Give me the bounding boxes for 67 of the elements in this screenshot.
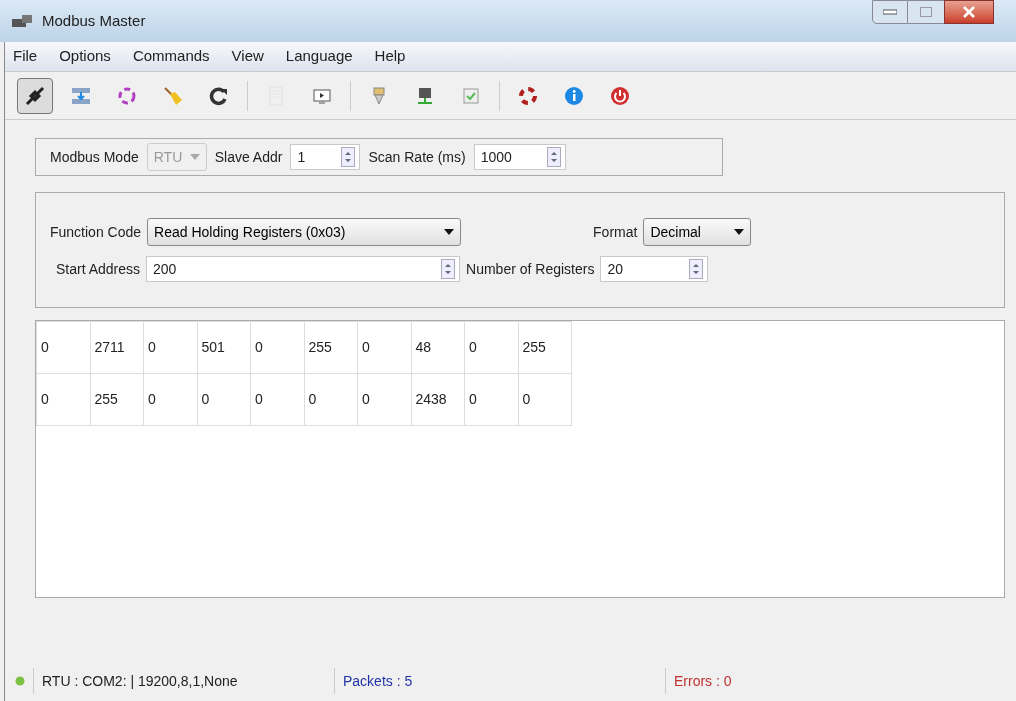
table-cell: 0 (357, 373, 411, 426)
table-cell: 255 (304, 321, 358, 374)
maximize-button[interactable] (908, 0, 944, 24)
spin-field[interactable]: 200 (146, 256, 461, 282)
menu-item[interactable]: Language (285, 45, 353, 68)
table-cell: 0 (143, 321, 197, 374)
menu-item[interactable]: Help (374, 45, 406, 68)
table-cell: 48 (411, 321, 465, 374)
caret-icon (734, 229, 745, 235)
table-cell: 501 (197, 321, 251, 374)
field-label: Format (593, 222, 638, 242)
dropdown[interactable]: Read Holding Registers (0x03) (147, 218, 462, 246)
spin-field[interactable]: 1 (290, 144, 361, 170)
table-cell: 2711 (90, 321, 144, 374)
table-cell: 255 (90, 373, 144, 426)
spin-field[interactable]: 20 (600, 256, 709, 282)
table-cell: 0 (250, 321, 304, 374)
field-value: 1 (296, 147, 307, 167)
table-cell: 0 (36, 321, 90, 374)
lifebuoy-icon (517, 84, 539, 107)
close-icon (963, 6, 975, 18)
table-cell: 0 (197, 373, 251, 426)
spin-arrows-icon (441, 259, 456, 279)
table-cell: 0 (304, 373, 358, 426)
toolbar-button[interactable] (17, 77, 53, 114)
broom-icon (162, 84, 184, 107)
port-status: RTU : COM2: | 19200,8,1,None (42, 671, 239, 691)
menu-item[interactable]: View (231, 45, 264, 68)
close-button[interactable] (944, 0, 994, 24)
window-title: Modbus Master (42, 10, 146, 31)
table-cell: 0 (464, 321, 518, 374)
table-cell: 0 (357, 321, 411, 374)
maximize-icon (920, 7, 932, 17)
menu-item[interactable]: Options (59, 45, 111, 68)
caret-icon (444, 229, 455, 235)
table-cell: 0 (250, 373, 304, 426)
spin-field[interactable]: 1000 (473, 144, 566, 170)
table-cell: 0 (36, 373, 90, 426)
spin-arrows-icon (546, 147, 561, 167)
field-label: Function Code (50, 222, 142, 242)
menu-item[interactable]: File (13, 45, 38, 68)
field-value: 200 (152, 259, 178, 279)
minimize-icon (883, 9, 897, 15)
field-label: Number of Registers (466, 259, 595, 279)
power-icon (609, 84, 631, 107)
field-label: Slave Addr (214, 147, 283, 167)
packet-count: Packets : 5 (343, 671, 414, 691)
field-label: Modbus Mode (50, 147, 139, 167)
menu-item[interactable]: Commands (132, 45, 210, 68)
plug-icon (24, 84, 46, 107)
info-icon (563, 84, 585, 107)
error-count: Errors : 0 (674, 671, 732, 691)
field-label: Start Address (56, 259, 141, 279)
table-cell: 0 (464, 373, 518, 426)
dropdown[interactable]: Decimal (643, 218, 752, 246)
field-value: 1000 (479, 147, 513, 167)
spin-arrows-icon (689, 259, 704, 279)
table-cell: 0 (143, 373, 197, 426)
field-value: 20 (606, 259, 624, 279)
field-label: Scan Rate (ms) (368, 147, 466, 167)
minimize-button[interactable] (872, 0, 908, 24)
spin-arrows-icon (341, 147, 356, 167)
caret-icon (189, 154, 200, 160)
table-cell: 2438 (411, 373, 465, 426)
table-cell: 255 (518, 321, 572, 374)
table-cell: 0 (518, 373, 572, 426)
app-icon (12, 13, 34, 29)
